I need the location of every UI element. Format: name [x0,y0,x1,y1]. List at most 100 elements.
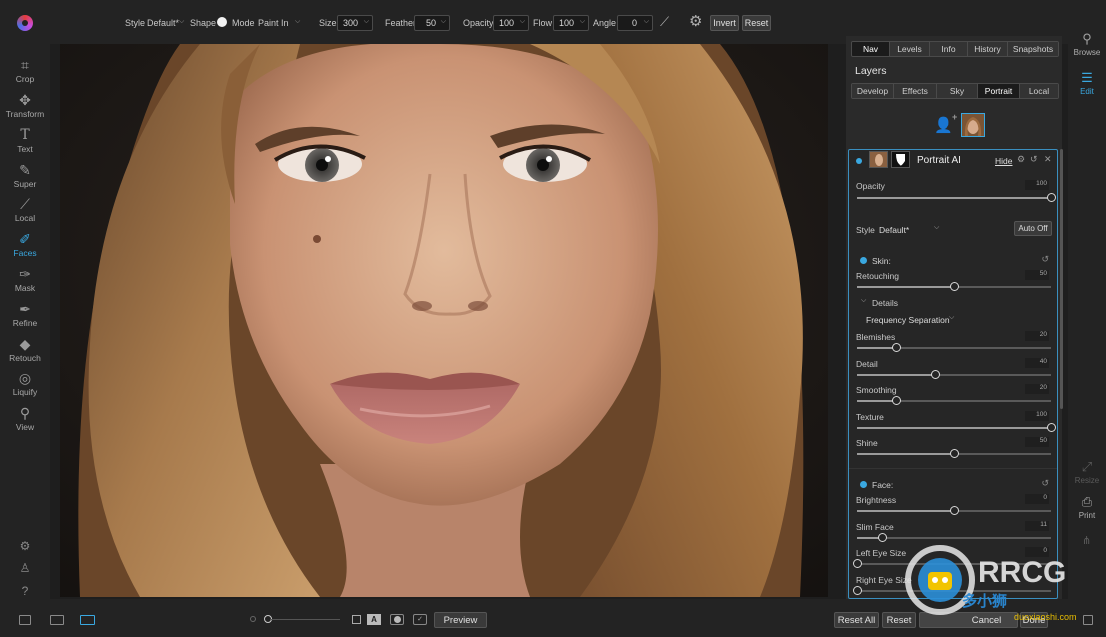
opacity-slider[interactable] [857,193,1056,202]
tab-effects[interactable]: Effects [894,84,937,98]
gear-icon[interactable]: ⚙ [1017,154,1025,165]
reset-all-button[interactable]: Reset All [834,612,879,628]
chevron-down-icon[interactable]: ⌵ [861,297,866,305]
retouching-slider[interactable] [857,282,1051,291]
image-canvas[interactable] [60,44,828,597]
auto-off-button[interactable]: Auto Off [1014,221,1052,236]
close-icon[interactable]: ✕ [1044,154,1052,165]
panel-scrollbar[interactable] [1060,149,1063,409]
frequency-separation-dropdown[interactable]: Frequency Separation [866,315,950,325]
face-enabled-dot[interactable] [860,481,867,488]
shine-slider[interactable] [857,449,1051,458]
module-resize[interactable]: ⤢ Resize [1068,459,1106,485]
brush-shape-circle-icon[interactable] [217,17,227,27]
texture-value[interactable]: 100 [1025,410,1049,421]
tab-history[interactable]: History [968,42,1008,56]
overlay-icon[interactable]: ✓ [413,614,427,625]
tool-faces[interactable]: ✐ Faces [0,231,50,258]
tab-snapshots[interactable]: Snapshots [1008,42,1058,56]
magic-brush-icon[interactable]: ⟋ [660,14,669,30]
gear-icon[interactable]: ⚙ [689,12,702,30]
brightness-value[interactable]: 0 [1025,494,1049,504]
tool-retouch[interactable]: ◆ Retouch [0,336,50,363]
tool-transform[interactable]: ✥ Transform [0,92,50,119]
preview-button[interactable]: Preview [434,612,487,628]
tool-mask[interactable]: ✑ Mask [0,266,50,293]
slim-face-value[interactable]: 11 [1025,520,1049,531]
smoothing-value[interactable]: 20 [1025,384,1049,394]
slider-knob[interactable] [930,369,940,379]
auto-mask-icon[interactable]: A [367,614,381,625]
module-edit[interactable]: ☰ Edit [1068,70,1106,96]
add-face-icon[interactable]: 👤 [934,116,953,134]
tab-develop[interactable]: Develop [852,84,894,98]
mask-view-icon[interactable] [390,614,404,625]
tool-text[interactable]: T Text [0,127,50,154]
chevron-down-icon[interactable]: ⌵ [934,224,939,232]
details-toggle[interactable]: Details [872,298,898,308]
face-thumbnail[interactable] [961,113,985,137]
slider-knob[interactable] [878,532,888,542]
stepper-icon[interactable]: ⌵ [364,18,369,26]
angle-input[interactable]: 0 ⌵ [617,15,653,31]
tool-super[interactable]: ✎ Super [0,162,50,189]
tab-local[interactable]: Local [1020,84,1058,98]
right-eye-size-slider[interactable] [853,585,1051,595]
reset-icon[interactable]: ↺ [1030,154,1038,165]
opacity-input[interactable]: 100 ⌵ [493,15,529,31]
detail-slider[interactable] [857,369,1051,379]
chevron-down-icon[interactable]: ⌵ [295,18,300,26]
brightness-slider[interactable] [857,506,1051,515]
size-input[interactable]: 300 ⌵ [337,15,373,31]
checkbox-icon[interactable] [352,615,361,624]
texture-slider[interactable] [857,422,1056,432]
share-icon[interactable]: ⋔ [1082,534,1091,547]
opacity-value[interactable]: 100 [1025,180,1049,190]
left-eye-size-slider[interactable] [853,559,1051,568]
single-view-icon[interactable] [80,615,95,625]
tool-crop[interactable]: ⌗ Crop [0,57,50,84]
tab-portrait[interactable]: Portrait [978,84,1020,98]
feather-input[interactable]: 50 ⌵ [414,15,450,31]
style-dropdown[interactable]: Default* [879,225,909,235]
skin-reset-icon[interactable]: ↺ [1041,254,1049,265]
layer-mask-thumbnail[interactable] [891,151,910,168]
invert-button[interactable]: Invert [710,15,739,31]
slider-knob[interactable] [853,559,862,568]
shine-value[interactable]: 50 [1025,437,1049,447]
filmstrip-icon[interactable] [50,615,64,625]
slider-knob[interactable] [1047,193,1056,202]
account-icon[interactable]: ♙ [17,561,33,575]
slider-knob[interactable] [950,449,959,458]
reset-mask-button[interactable]: Reset [742,15,771,31]
slider-knob[interactable] [950,506,959,515]
slider-knob[interactable] [1047,422,1056,432]
tab-levels[interactable]: Levels [890,42,930,56]
smoothing-slider[interactable] [857,396,1051,405]
tool-local[interactable]: ⟋ Local [0,196,50,223]
reset-button[interactable]: Reset [882,612,916,628]
tool-refine[interactable]: ✒ Refine [0,301,50,328]
layer-enabled-dot[interactable] [856,158,862,164]
panel-toggle-icon[interactable] [19,615,31,625]
stepper-icon[interactable]: ⌵ [520,18,525,26]
face-reset-icon[interactable]: ↺ [1041,478,1049,489]
skin-enabled-dot[interactable] [860,257,867,264]
blemishes-value[interactable]: 20 [1025,331,1049,341]
left-eye-size-value[interactable]: 0 [1025,547,1049,557]
slider-knob[interactable] [891,343,901,352]
slider-knob[interactable] [891,396,901,405]
module-print[interactable]: ⎙ Print [1068,494,1106,520]
chevron-down-icon[interactable]: ⌵ [179,18,184,26]
flow-input[interactable]: 100 ⌵ [553,15,589,31]
module-browse[interactable]: ⚲ Browse [1068,31,1106,57]
style-dropdown[interactable]: Default* [147,18,179,28]
chevron-down-icon[interactable]: ⌵ [949,314,954,322]
tool-view[interactable]: ⚲ View [0,405,50,432]
slim-face-slider[interactable] [857,532,1051,542]
detail-value[interactable]: 40 [1025,357,1049,368]
cancel-button[interactable]: Cancel [919,612,1018,628]
stepper-icon[interactable]: ⌵ [580,18,585,26]
plus-icon[interactable]: + [952,112,957,122]
tab-sky[interactable]: Sky [937,84,978,98]
